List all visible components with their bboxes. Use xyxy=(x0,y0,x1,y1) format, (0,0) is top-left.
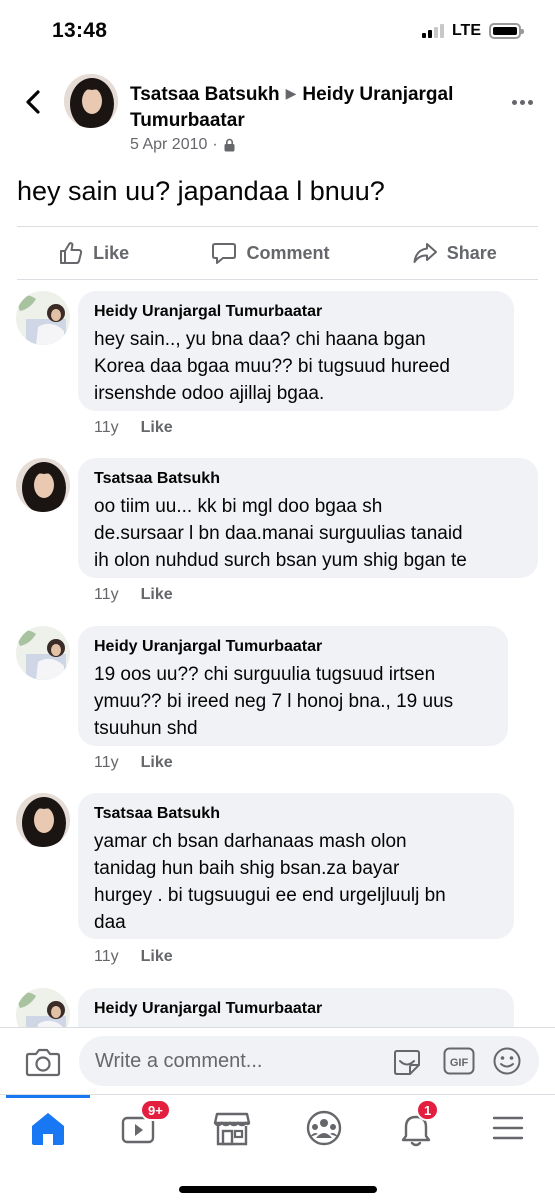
bottom-nav: 9+ 1 xyxy=(0,1094,555,1200)
share-icon xyxy=(413,243,437,263)
avatar[interactable] xyxy=(16,458,70,512)
post-text: hey sain uu? japandaa l bnuu? xyxy=(17,176,385,206)
comment-text: 19 oos uu?? chi surguulia tugsuud irtsen… xyxy=(94,661,492,742)
comment-bubble[interactable]: Heidy Uranjargal Tumurbaatar 19 oos uu??… xyxy=(78,626,508,746)
comment-footer: 11y Like xyxy=(94,419,173,437)
comment-input-placeholder: Write a comment... xyxy=(95,1050,263,1072)
comment-author[interactable]: Heidy Uranjargal Tumurbaatar xyxy=(94,998,498,1019)
notifications-badge: 1 xyxy=(416,1099,440,1121)
comment-like-button[interactable]: Like xyxy=(141,419,173,437)
comment-input[interactable]: Write a comment... GIF xyxy=(79,1036,539,1086)
comment-line: ih olon nuhdud surch bsan yum shig bgan … xyxy=(94,550,467,571)
comment-author[interactable]: Heidy Uranjargal Tumurbaatar xyxy=(94,636,492,657)
meta-separator: · xyxy=(212,136,218,153)
groups-icon[interactable] xyxy=(302,1108,346,1148)
network-label: LTE xyxy=(451,22,481,39)
avatar[interactable] xyxy=(16,291,70,345)
watch-tab[interactable]: 9+ xyxy=(118,1099,171,1148)
comment-label: Comment xyxy=(246,242,330,263)
menu-icon[interactable] xyxy=(486,1108,530,1148)
comment-like-button[interactable]: Like xyxy=(141,948,173,966)
active-tab-indicator xyxy=(6,1095,90,1098)
notifications-tab[interactable]: 1 xyxy=(394,1099,440,1148)
comment-line: irsenshde odoo ajillaj bgaa. xyxy=(94,383,325,404)
comment-bubble[interactable]: Tsatsaa Batsukh oo tiim uu... kk bi mgl … xyxy=(78,458,538,578)
comment-line: tanidag hun baih shig bsan.za bayar xyxy=(94,858,400,879)
camera-icon[interactable] xyxy=(25,1046,61,1078)
avatar[interactable] xyxy=(16,988,70,1027)
comment-line: 19 oos uu?? chi surguulia tugsuud irtsen xyxy=(94,664,436,685)
comment-text: hey sain.., yu bna daa? chi haana bgan K… xyxy=(94,326,498,407)
comment-like-button[interactable]: Like xyxy=(141,586,173,604)
comment-bubble[interactable]: Heidy Uranjargal Tumurbaatar xyxy=(78,988,514,1027)
gif-icon[interactable]: GIF xyxy=(443,1047,475,1075)
avatar[interactable] xyxy=(16,626,70,680)
post-header: Tsatsaa Batsukh ▶ Heidy Uranjargal Tumurba… xyxy=(0,72,555,164)
svg-text:GIF: GIF xyxy=(450,1057,469,1069)
avatar[interactable] xyxy=(16,793,70,847)
comment-footer: 11y Like xyxy=(94,586,173,604)
comment-line: hey sain.., yu bna daa? chi haana bgan xyxy=(94,329,426,350)
comment-bubble[interactable]: Tsatsaa Batsukh yamar ch bsan darhanaas … xyxy=(78,793,514,939)
comment-author[interactable]: Tsatsaa Batsukh xyxy=(94,468,522,489)
comment-line: tsuuhun shd xyxy=(94,718,198,739)
post-meta: 5 Apr 2010 · xyxy=(130,136,236,154)
comment-author[interactable]: Heidy Uranjargal Tumurbaatar xyxy=(94,301,498,322)
marketplace-icon[interactable] xyxy=(210,1108,254,1148)
comment-bubble[interactable]: Heidy Uranjargal Tumurbaatar hey sain..,… xyxy=(78,291,514,411)
comment-line: oo tiim uu... kk bi mgl doo bgaa sh xyxy=(94,496,383,517)
sticker-icon[interactable] xyxy=(392,1047,422,1077)
comment-age: 11y xyxy=(94,754,119,771)
comment-line: yamar ch bsan darhanaas mash olon xyxy=(94,831,407,852)
comments-list: Heidy Uranjargal Tumurbaatar hey sain..,… xyxy=(0,290,555,1027)
arrow-right-icon: ▶ xyxy=(285,85,297,101)
post-action-bar: Like Comment Share xyxy=(17,226,538,280)
status-bar: 13:48 LTE xyxy=(0,0,555,62)
comment-like-button[interactable]: Like xyxy=(141,754,173,772)
comment-button[interactable]: Comment xyxy=(211,240,329,266)
thumbs-up-icon xyxy=(60,242,83,264)
comment-author[interactable]: Tsatsaa Batsukh xyxy=(94,803,498,824)
comment-line: ymuu?? bi ireed neg 7 l honoj bna., 19 u… xyxy=(94,691,454,712)
signal-icon xyxy=(421,24,444,38)
comment-footer: 11y Like xyxy=(94,754,173,772)
home-icon[interactable] xyxy=(26,1108,70,1148)
comment-icon xyxy=(212,243,237,264)
comment-composer: Write a comment... GIF xyxy=(0,1027,555,1094)
comment-age: 11y xyxy=(94,586,119,603)
comment-line: de.sursaar l bn daa.manai surguulias tan… xyxy=(94,523,463,544)
post-date[interactable]: 5 Apr 2010 xyxy=(130,136,207,154)
back-icon[interactable] xyxy=(20,88,48,116)
video-badge: 9+ xyxy=(140,1099,171,1121)
status-indicators: LTE xyxy=(421,22,524,40)
comment-line: Korea daa bgaa muu?? bi tugsuud hureed xyxy=(94,356,450,377)
battery-icon xyxy=(489,23,524,39)
avatar[interactable] xyxy=(64,74,118,128)
lock-icon xyxy=(224,138,235,152)
home-indicator[interactable] xyxy=(179,1186,377,1193)
comment-line: hurgey . bi tugsuugui ee end urgeljluulj… xyxy=(94,885,446,906)
status-time: 13:48 xyxy=(52,19,108,42)
comment-age: 11y xyxy=(94,419,119,436)
comment-text: oo tiim uu... kk bi mgl doo bgaa sh de.s… xyxy=(94,493,522,574)
comment-text: yamar ch bsan darhanaas mash olon tanida… xyxy=(94,828,498,936)
share-label: Share xyxy=(446,242,497,263)
like-button[interactable]: Like xyxy=(58,240,129,266)
more-options-icon[interactable] xyxy=(512,100,533,105)
emoji-icon[interactable] xyxy=(492,1046,522,1076)
author-name[interactable]: Tsatsaa Batsukh xyxy=(130,84,280,105)
like-label: Like xyxy=(93,242,130,263)
comment-age: 11y xyxy=(94,948,119,965)
comment-footer: 11y Like xyxy=(94,948,173,966)
comment-line: daa xyxy=(94,912,126,933)
post-participants: Tsatsaa Batsukh ▶ Heidy Uranjargal Tumurba… xyxy=(130,82,490,134)
share-button[interactable]: Share xyxy=(412,240,497,266)
